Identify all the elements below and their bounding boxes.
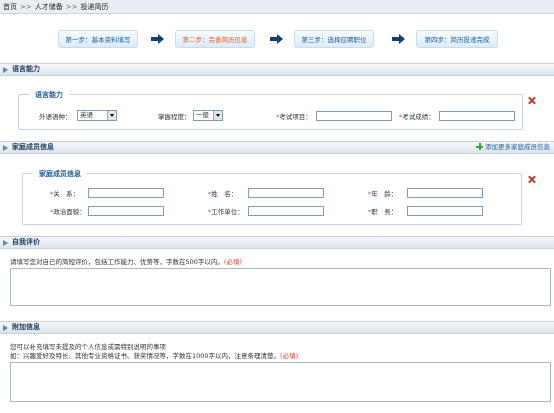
section-title: 自我评价 <box>12 238 40 246</box>
add-family-member-link[interactable]: 添加更多家庭成员信息 <box>476 142 550 153</box>
exam-score-label: *考试成绩： <box>399 111 435 121</box>
language-type-label: 外语语种： <box>39 113 72 121</box>
language-type-value: 英语 <box>80 111 93 119</box>
job-title-label: *职 务： <box>368 206 397 216</box>
workplace-text: 工作单位： <box>211 208 244 216</box>
relation-text: 关 系： <box>53 190 80 198</box>
extra-info-hint-2: 如：兴趣爱好及特长、其他专业资格证书、获奖情况等，字数在1000字以内，注意条理… <box>10 350 298 360</box>
breadcrumb-separator: >> <box>65 3 78 11</box>
arrow-right-icon <box>392 32 406 46</box>
extra-info-textarea[interactable] <box>10 362 551 402</box>
workplace-label: *工作单位： <box>208 206 244 216</box>
section-title: 家庭成员信息 <box>12 143 54 151</box>
self-evaluation-hint-text: 请填写您对自己的简短评价，包括工作能力、优势等，字数在500字以内。 <box>10 258 224 266</box>
expand-triangle-icon[interactable] <box>3 325 8 331</box>
breadcrumb: 首页 >> 人才储备 >> 投递简历 <box>0 0 554 14</box>
self-evaluation-textarea[interactable] <box>10 268 551 306</box>
age-input[interactable] <box>407 188 483 198</box>
member-name-input[interactable] <box>248 188 324 198</box>
workplace-input[interactable] <box>248 206 324 216</box>
arrow-right-icon <box>270 32 284 46</box>
breadcrumb-home[interactable]: 首页 <box>3 3 17 11</box>
delete-icon[interactable] <box>527 175 536 184</box>
chevron-down-icon[interactable] <box>107 111 116 120</box>
expand-triangle-icon[interactable] <box>3 145 8 151</box>
age-text: 年 龄： <box>371 190 398 198</box>
fieldset-legend: 语言能力 <box>29 90 69 100</box>
family-fieldset: 家庭成员信息 <box>22 169 522 225</box>
exam-score-text: 考试成绩： <box>402 113 435 121</box>
expand-triangle-icon[interactable] <box>3 240 8 246</box>
exam-item-input[interactable] <box>316 111 392 121</box>
politics-input[interactable] <box>88 206 164 216</box>
plus-icon <box>476 143 483 150</box>
section-header-family: 家庭成员信息 添加更多家庭成员信息 <box>0 141 554 154</box>
member-name-text: 姓 名： <box>211 190 238 198</box>
breadcrumb-separator: >> <box>20 3 32 11</box>
step-4: 第四步：简历投递完成 <box>416 30 498 48</box>
add-family-member-text: 添加更多家庭成员信息 <box>485 143 550 151</box>
exam-item-label: *考试项目： <box>276 111 312 121</box>
member-name-label: *姓 名： <box>208 188 237 198</box>
exam-score-input[interactable] <box>439 111 515 121</box>
section-header-self-evaluation: 自我评价 <box>0 236 554 249</box>
arrow-right-icon <box>151 32 165 46</box>
required-note: (必填) <box>223 258 242 266</box>
breadcrumb-current: 投递简历 <box>80 3 109 11</box>
relation-input[interactable] <box>88 188 164 198</box>
step-3: 第三步：选择应聘职位 <box>294 30 374 48</box>
progress-steps: 第一步：基本资料填写 第二步：完善简历信息 第三步：选择应聘职位 第四步：简历投… <box>0 16 554 56</box>
section-title: 附加信息 <box>12 323 40 331</box>
chevron-down-icon[interactable] <box>213 111 222 120</box>
step-1: 第一步：基本资料填写 <box>58 30 138 48</box>
section-header-language: 语言能力 <box>0 63 554 76</box>
delete-icon[interactable] <box>527 96 536 105</box>
politics-label: *政治面貌： <box>50 206 86 216</box>
language-type-select[interactable]: 英语 <box>77 110 117 121</box>
required-note: (必填) <box>280 352 299 360</box>
age-label: *年 龄： <box>368 188 397 198</box>
exam-item-text: 考试项目： <box>279 113 312 121</box>
job-title-input[interactable] <box>407 206 483 216</box>
relation-label: *关 系： <box>50 188 79 198</box>
breadcrumb-talent[interactable]: 人才储备 <box>35 3 63 11</box>
proficiency-label: 掌握程度： <box>158 113 191 121</box>
job-title-text: 职 务： <box>371 208 398 216</box>
self-evaluation-hint: 请填写您对自己的简短评价，包括工作能力、优势等，字数在500字以内。(必填) <box>10 256 242 266</box>
fieldset-legend: 家庭成员信息 <box>33 169 87 179</box>
proficiency-value: 一般 <box>196 111 209 119</box>
section-title: 语言能力 <box>12 65 40 73</box>
step-2-current: 第二步：完善简历信息 <box>175 30 255 48</box>
extra-info-hint-2-text: 如：兴趣爱好及特长、其他专业资格证书、获奖情况等，字数在1000字以内，注意条理… <box>10 352 281 360</box>
section-header-extra-info: 附加信息 <box>0 321 554 334</box>
politics-text: 政治面貌： <box>53 208 86 216</box>
proficiency-select[interactable]: 一般 <box>193 110 223 121</box>
expand-triangle-icon[interactable] <box>3 67 8 73</box>
